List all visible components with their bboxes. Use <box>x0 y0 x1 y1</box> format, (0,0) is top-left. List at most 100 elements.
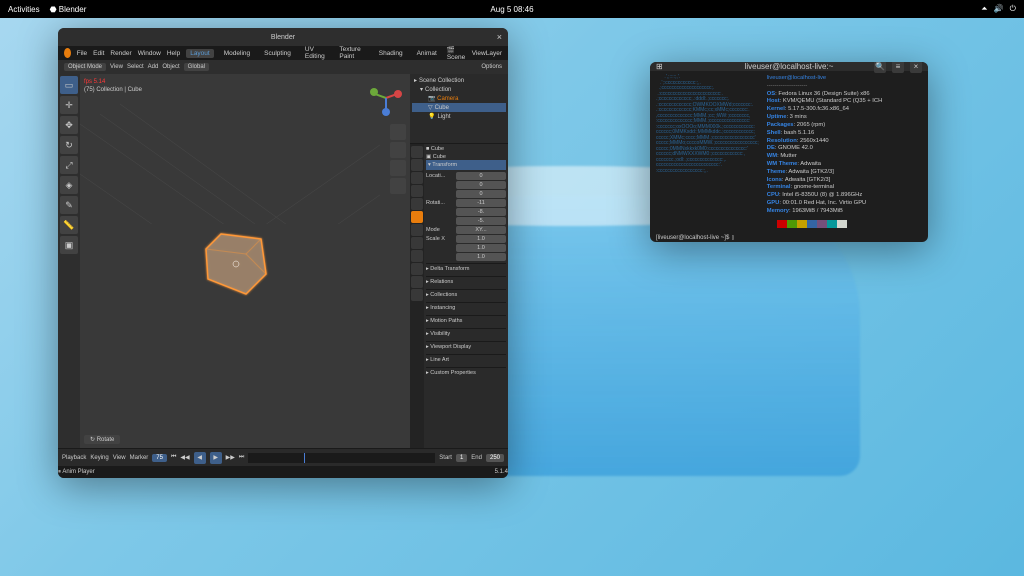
loc-y[interactable]: 0 <box>456 181 506 189</box>
ptab-view[interactable] <box>411 172 423 184</box>
cube-object[interactable] <box>196 224 276 304</box>
camera-icon[interactable] <box>390 160 406 176</box>
perspective-icon[interactable] <box>390 178 406 194</box>
ptab-physics[interactable] <box>411 250 423 262</box>
tool-measure[interactable]: 📏 <box>60 216 78 234</box>
orientation-selector[interactable]: Global <box>184 63 209 71</box>
prev-key-icon[interactable]: ◀◀ <box>180 454 189 461</box>
section-instancing[interactable]: ▸ Instancing <box>426 302 506 313</box>
ptab-output[interactable] <box>411 159 423 171</box>
outliner-collection[interactable]: ▾ Collection <box>412 85 506 94</box>
activities-button[interactable]: Activities <box>8 5 40 14</box>
section-display[interactable]: ▸ Viewport Display <box>426 341 506 352</box>
scale-y[interactable]: 1.0 <box>456 244 506 252</box>
marker-menu[interactable]: Marker <box>130 455 149 461</box>
tab-animation[interactable]: Animat <box>413 49 441 58</box>
menu-render[interactable]: Render <box>110 50 131 57</box>
play-button[interactable]: ▶ <box>210 452 222 464</box>
select-menu[interactable]: Select <box>127 64 144 70</box>
ptab-render[interactable] <box>411 146 423 158</box>
outliner-camera[interactable]: 📷 Camera <box>412 94 506 103</box>
ptab-object[interactable] <box>411 211 423 223</box>
tab-texture[interactable]: Texture Paint <box>335 45 368 61</box>
current-frame[interactable]: 75 <box>152 454 167 462</box>
viewport-3d[interactable]: fps 5.14 (75) Collection | Cube <box>80 74 410 448</box>
jump-end-icon[interactable]: ⏭ <box>239 454 244 461</box>
section-relations[interactable]: ▸ Relations <box>426 276 506 287</box>
next-key-icon[interactable]: ▶▶ <box>226 454 235 461</box>
terminal-titlebar[interactable]: ⊞ liveuser@localhost-live:~ 🔍 ≡ × <box>650 62 928 71</box>
rot-y[interactable]: -8. <box>456 208 506 216</box>
pan-icon[interactable] <box>390 142 406 158</box>
tool-move[interactable]: ✥ <box>60 116 78 134</box>
outliner-cube[interactable]: ▽ Cube <box>412 103 506 112</box>
section-motion[interactable]: ▸ Motion Paths <box>426 315 506 326</box>
plus-icon[interactable]: ⊞ <box>656 62 663 71</box>
tool-annotate[interactable]: ✎ <box>60 196 78 214</box>
keying-menu[interactable]: Keying <box>90 455 108 461</box>
volume-icon[interactable]: 🔊 <box>994 4 1004 14</box>
loc-z[interactable]: 0 <box>456 190 506 198</box>
timeline-track[interactable] <box>248 453 435 463</box>
tab-shading[interactable]: Shading <box>375 49 407 58</box>
section-custom[interactable]: ▸ Custom Properties <box>426 367 506 378</box>
options-menu[interactable]: Options <box>481 64 502 70</box>
object-menu[interactable]: Object <box>162 64 179 70</box>
blender-titlebar[interactable]: Blender × <box>58 28 508 46</box>
loc-x[interactable]: 0 <box>456 172 506 180</box>
outliner-header[interactable]: ▸ Scene Collection <box>412 76 506 85</box>
navigation-gizmo[interactable] <box>368 80 404 116</box>
terminal-body[interactable]: .',;::::;,'. .';:cccccccccccc:;,. .;cccc… <box>650 71 928 232</box>
jump-start-icon[interactable]: ⏮ <box>171 454 176 461</box>
view-menu[interactable]: View <box>110 64 123 70</box>
shell-prompt[interactable]: [liveuser@localhost-live ~]$ ▯ <box>650 232 928 242</box>
tab-sculpting[interactable]: Sculpting <box>260 49 295 58</box>
section-collections[interactable]: ▸ Collections <box>426 289 506 300</box>
tool-rotate[interactable]: ↻ <box>60 136 78 154</box>
play-reverse-button[interactable]: ◀ <box>194 452 206 464</box>
section-lineart[interactable]: ▸ Line Art <box>426 354 506 365</box>
ptab-modifier[interactable] <box>411 224 423 236</box>
tab-uv[interactable]: UV Editing <box>301 45 330 61</box>
viewlayer-selector[interactable]: ViewLayer <box>472 50 502 57</box>
power-icon[interactable]: ⏻ <box>1010 4 1016 14</box>
ptab-scene[interactable] <box>411 185 423 197</box>
ptab-data[interactable] <box>411 276 423 288</box>
add-menu[interactable]: Add <box>148 64 159 70</box>
menu-help[interactable]: Help <box>167 50 180 57</box>
mode-selector[interactable]: Object Mode <box>64 63 106 71</box>
ptab-material[interactable] <box>411 289 423 301</box>
tab-modeling[interactable]: Modeling <box>220 49 254 58</box>
ptab-particle[interactable] <box>411 237 423 249</box>
close-icon[interactable]: × <box>910 62 922 73</box>
tool-addcube[interactable]: ▣ <box>60 236 78 254</box>
scale-z[interactable]: 1.0 <box>456 253 506 261</box>
rot-mode[interactable]: XY... <box>456 226 506 234</box>
clock[interactable]: Aug 5 08:46 <box>490 5 533 14</box>
transform-header[interactable]: ▾ Transform <box>426 160 506 170</box>
section-delta[interactable]: ▸ Delta Transform <box>426 263 506 274</box>
menu-edit[interactable]: Edit <box>93 50 104 57</box>
tool-select[interactable]: ▭ <box>60 76 78 94</box>
scene-selector[interactable]: 🎬 Scene <box>447 46 466 61</box>
network-icon[interactable]: ⏶ <box>981 4 987 14</box>
end-frame[interactable]: 250 <box>486 454 504 462</box>
close-icon[interactable]: × <box>497 32 502 42</box>
menu-window[interactable]: Window <box>138 50 161 57</box>
start-frame[interactable]: 1 <box>456 454 467 462</box>
tool-transform[interactable]: ◈ <box>60 176 78 194</box>
app-menu[interactable]: ⬣ Blender <box>50 5 87 14</box>
section-visibility[interactable]: ▸ Visibility <box>426 328 506 339</box>
ptab-constraint[interactable] <box>411 263 423 275</box>
playback-menu[interactable]: Playback <box>62 455 86 461</box>
outliner-light[interactable]: 💡 Light <box>412 112 506 121</box>
menu-icon[interactable]: ≡ <box>892 62 904 73</box>
rot-z[interactable]: -5. <box>456 217 506 225</box>
view-menu-tl[interactable]: View <box>113 455 126 461</box>
zoom-icon[interactable] <box>390 124 406 140</box>
search-icon[interactable]: 🔍 <box>874 62 886 73</box>
tool-scale[interactable]: ⤢ <box>60 156 78 174</box>
scale-x[interactable]: 1.0 <box>456 235 506 243</box>
tab-layout[interactable]: Layout <box>186 49 214 58</box>
menu-file[interactable]: File <box>77 50 87 57</box>
